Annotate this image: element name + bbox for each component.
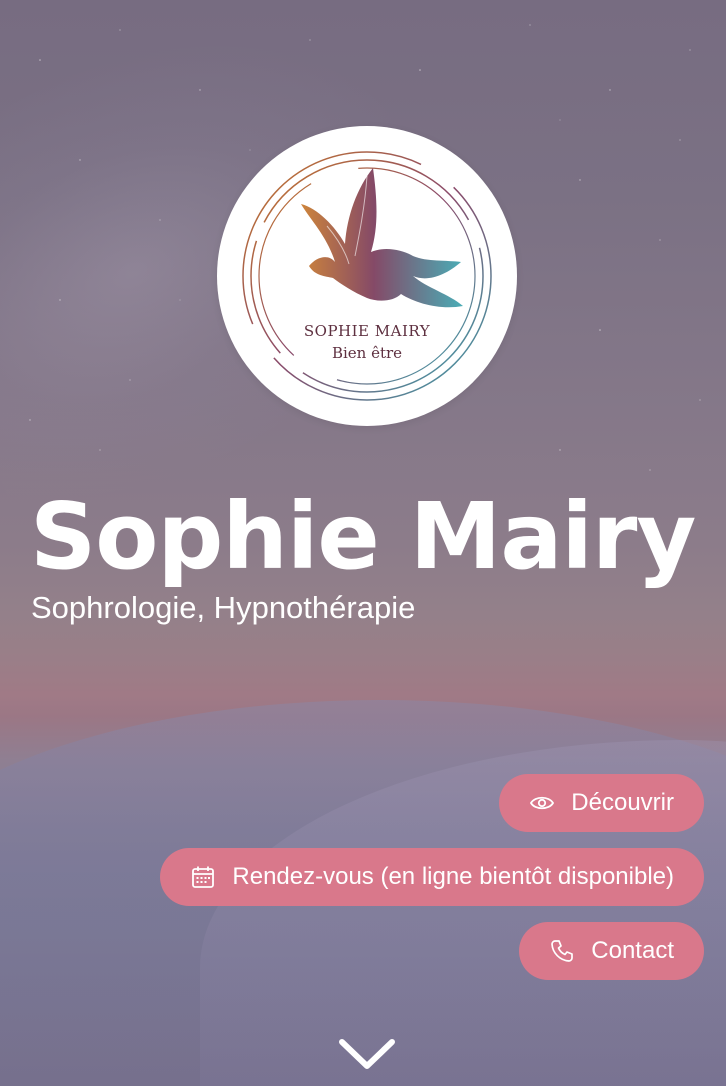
contact-button-label: Contact: [591, 937, 674, 964]
scroll-down-button[interactable]: [336, 1034, 398, 1074]
page-subtitle: Sophrologie, Hypnothérapie: [31, 590, 416, 625]
contact-button[interactable]: Contact: [519, 922, 704, 980]
phoenix-logo-icon: [242, 151, 492, 401]
phone-icon: [549, 938, 575, 964]
calendar-icon: [190, 864, 216, 890]
discover-button[interactable]: Découvrir: [499, 774, 704, 832]
eye-icon: [529, 790, 555, 816]
appointment-button[interactable]: Rendez-vous (en ligne bientôt disponible…: [160, 848, 704, 906]
appointment-button-label: Rendez-vous (en ligne bientôt disponible…: [232, 863, 674, 890]
logo-tagline: Bien être: [331, 344, 403, 362]
discover-button-label: Découvrir: [571, 789, 674, 816]
chevron-down-icon: [339, 1039, 395, 1069]
page-title: Sophie Mairy: [30, 483, 696, 590]
brand-logo: SOPHIE MAIRY Bien être: [217, 126, 517, 426]
logo-name: SOPHIE MAIRY: [303, 322, 431, 340]
